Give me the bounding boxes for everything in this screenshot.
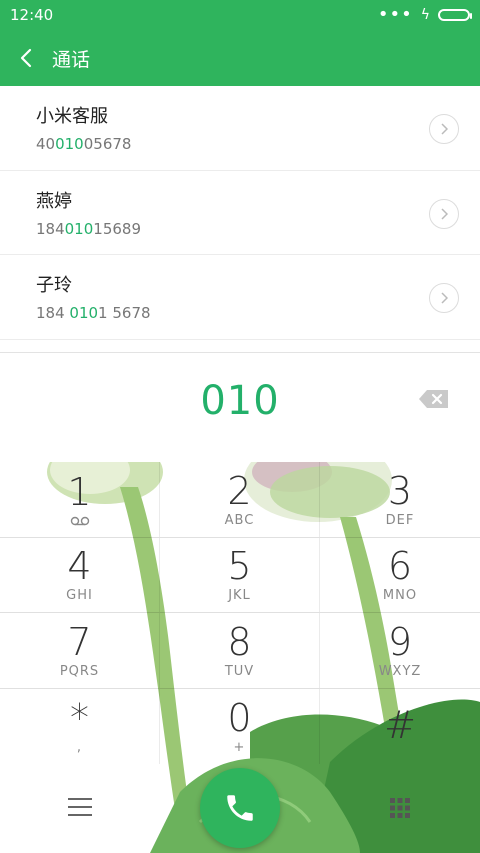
- dialed-number: 010: [200, 377, 280, 424]
- status-time: 12:40: [10, 6, 54, 24]
- key-digit: *: [70, 695, 89, 740]
- key-star[interactable]: * ,: [0, 688, 160, 764]
- contact-name: 子玲: [36, 275, 72, 297]
- chevron-right-icon: [441, 123, 448, 135]
- backspace-button[interactable]: [418, 389, 450, 409]
- charging-icon: ϟ: [420, 7, 430, 23]
- dialpad-row: 7 PQRS 8 TUV 9 WXYZ: [0, 613, 480, 689]
- overflow-dots-icon: •••: [377, 4, 413, 25]
- menu-button[interactable]: [68, 798, 92, 818]
- contact-number: 18401015689: [36, 220, 141, 238]
- contact-row[interactable]: 小米客服 4001005678: [0, 86, 480, 171]
- number-match: 010: [64, 219, 94, 238]
- number-prefix: 40: [36, 135, 56, 154]
- chevron-right-icon: [441, 207, 448, 220]
- key-digit: 0: [227, 695, 252, 740]
- key-letters: TUV: [224, 663, 255, 679]
- number-suffix: 15689: [93, 219, 141, 238]
- key-2[interactable]: 2 ABC: [160, 462, 320, 537]
- key-letters: MNO: [382, 588, 418, 604]
- status-bar: 12:40 ••• ϟ: [0, 0, 480, 30]
- number-match: 010: [55, 135, 84, 154]
- number-prefix: 184: [36, 304, 70, 323]
- contact-row[interactable]: 燕婷 18401015689: [0, 171, 480, 255]
- key-letters: JKL: [228, 588, 251, 604]
- key-digit: 6: [387, 544, 413, 589]
- menu-icon: [68, 798, 92, 816]
- key-3[interactable]: 3 DEF: [320, 462, 480, 537]
- dialpad-row: * , 0 + #: [0, 688, 480, 765]
- contact-info: 燕婷 18401015689: [36, 187, 141, 238]
- key-8[interactable]: 8 TUV: [160, 613, 320, 688]
- key-digit: 8: [227, 619, 252, 664]
- app-header: 通话: [0, 30, 480, 86]
- contact-number: 4001005678: [36, 135, 131, 153]
- key-hash[interactable]: #: [320, 689, 480, 765]
- back-button[interactable]: [0, 30, 52, 86]
- dialpad: 1 2 ABC 3 DEF 4 GHI 5 JKL 6 MNO 7 PQRS 8…: [0, 462, 480, 765]
- key-digit: 4: [67, 544, 92, 589]
- key-letters: DEF: [385, 512, 415, 528]
- backspace-icon: [419, 390, 448, 408]
- number-suffix: 1 5678: [98, 304, 151, 323]
- contact-results-list: 小米客服 4001005678 燕婷 18401015689 子玲 184 01…: [0, 86, 480, 340]
- key-letters: PQRS: [59, 663, 100, 679]
- dialpad-row: 4 GHI 5 JKL 6 MNO: [0, 537, 480, 613]
- key-letters: WXYZ: [378, 663, 422, 679]
- key-6[interactable]: 6 MNO: [320, 538, 480, 613]
- battery-icon: [438, 9, 472, 21]
- voicemail-icon: [70, 517, 89, 526]
- key-5[interactable]: 5 JKL: [160, 537, 320, 612]
- status-icons: ••• ϟ: [377, 4, 472, 25]
- key-digit: 2: [227, 468, 252, 513]
- contact-info: 子玲 184 0101 5678: [36, 271, 151, 322]
- key-4[interactable]: 4 GHI: [0, 537, 160, 612]
- contact-row[interactable]: 子玲 184 0101 5678: [0, 255, 480, 340]
- key-letters: ABC: [224, 512, 255, 528]
- contact-number: 184 0101 5678: [36, 304, 151, 322]
- contact-detail-button[interactable]: [429, 283, 459, 313]
- contact-detail-button[interactable]: [429, 198, 459, 229]
- key-letters: ,: [76, 739, 83, 755]
- contact-name: 燕婷: [36, 190, 72, 212]
- chevron-left-icon: [20, 48, 32, 68]
- key-digit: #: [384, 703, 416, 748]
- phone-icon: [227, 795, 253, 821]
- key-1[interactable]: 1: [0, 462, 160, 537]
- bottom-bar: [0, 762, 480, 853]
- key-digit: 7: [67, 619, 92, 664]
- dial-number-display: 010: [0, 352, 480, 448]
- key-9[interactable]: 9 WXYZ: [320, 613, 480, 688]
- chevron-right-icon: [441, 292, 448, 304]
- contact-detail-button[interactable]: [429, 114, 459, 144]
- keypad-grid-icon: [390, 798, 410, 818]
- key-0[interactable]: 0 +: [160, 688, 320, 764]
- call-button[interactable]: [200, 768, 280, 848]
- key-letters: +: [233, 739, 246, 755]
- dialpad-row: 1 2 ABC 3 DEF: [0, 462, 480, 538]
- key-digit: 5: [227, 544, 252, 589]
- contact-name: 小米客服: [36, 106, 108, 128]
- key-digit: 1: [67, 470, 92, 515]
- number-prefix: 184: [36, 219, 65, 238]
- key-digit: 3: [387, 468, 413, 513]
- number-suffix: 05678: [83, 135, 132, 154]
- key-7[interactable]: 7 PQRS: [0, 613, 160, 688]
- number-match: 010: [69, 304, 99, 323]
- key-digit: 9: [387, 619, 413, 664]
- key-letters: GHI: [66, 588, 93, 604]
- page-title: 通话: [52, 48, 91, 71]
- hide-keypad-button[interactable]: [388, 796, 412, 820]
- contact-info: 小米客服 4001005678: [36, 102, 131, 153]
